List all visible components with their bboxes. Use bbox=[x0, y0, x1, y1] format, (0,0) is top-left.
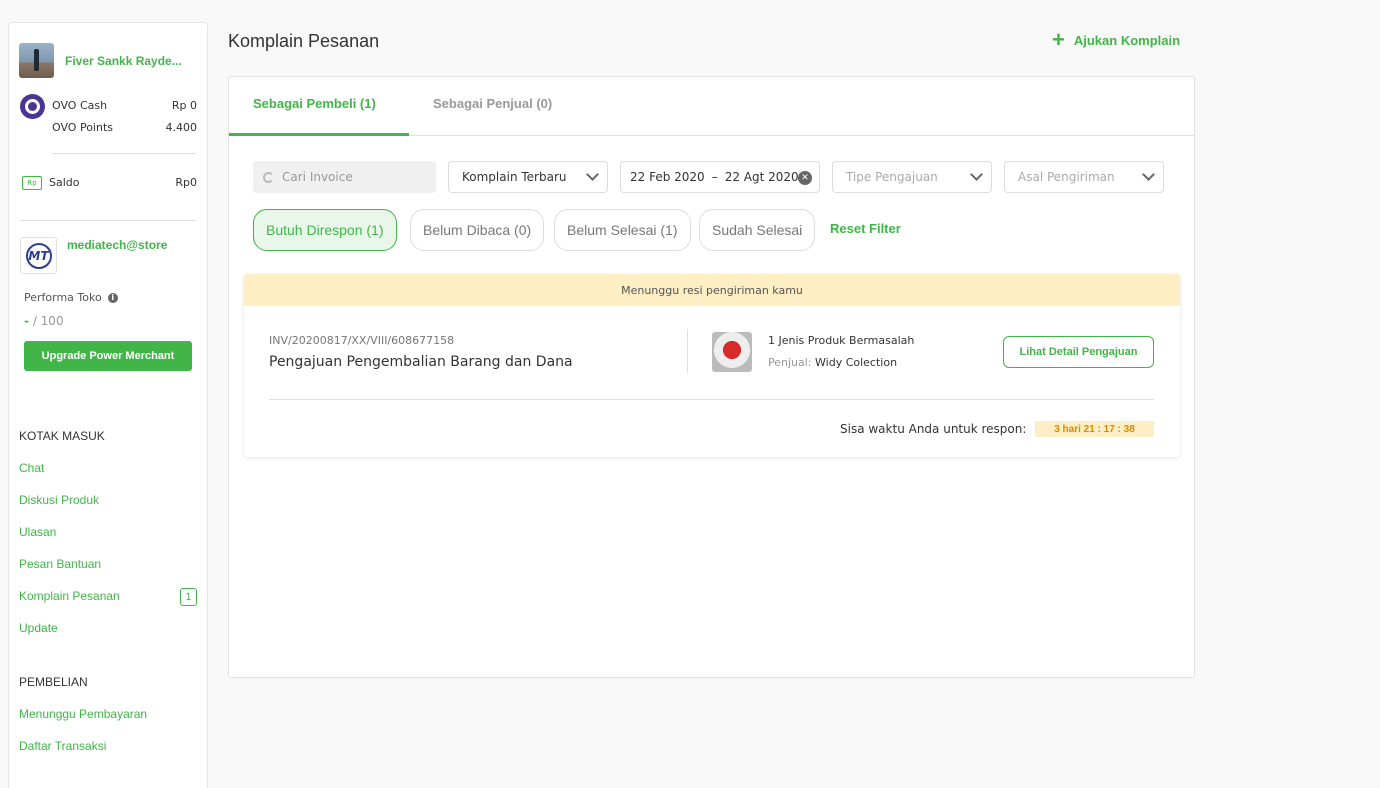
ovo-points-value: 4.400 bbox=[165, 121, 198, 134]
chip-sudah-selesai[interactable]: Sudah Selesai bbox=[699, 209, 816, 251]
complaint-item[interactable]: Menunggu resi pengiriman kamu INV/202008… bbox=[244, 274, 1180, 457]
product-count: 1 Jenis Produk Bermasalah bbox=[768, 334, 915, 347]
sort-select[interactable]: Komplain Terbaru bbox=[448, 161, 608, 193]
complaint-card: Sebagai Pembeli (1) Sebagai Penjual (0) … bbox=[228, 76, 1195, 678]
nav-item-diskusi-produk[interactable]: Diskusi Produk bbox=[19, 493, 99, 507]
tab-sebagai-penjual[interactable]: Sebagai Penjual (0) bbox=[433, 96, 552, 111]
info-icon[interactable]: i bbox=[107, 292, 118, 303]
performa-score-value: - bbox=[24, 314, 29, 328]
nav-item-pesan-bantuan[interactable]: Pesan Bantuan bbox=[19, 557, 101, 571]
saldo-row[interactable]: Saldo Rp0 bbox=[49, 176, 197, 189]
clear-icon[interactable]: ✕ bbox=[798, 171, 812, 185]
ovo-cash-label: OVO Cash bbox=[52, 99, 108, 112]
shop-logo-text: MT bbox=[25, 242, 52, 269]
search-input[interactable] bbox=[282, 170, 422, 184]
nav-item-ulasan[interactable]: Ulasan bbox=[19, 525, 56, 539]
upgrade-power-merchant-button[interactable]: Upgrade Power Merchant bbox=[24, 341, 192, 371]
user-profile[interactable]: Fiver Sankk Rayde... bbox=[19, 43, 182, 78]
date-end: 22 Agt 2020 bbox=[724, 170, 799, 184]
ovo-cash-row[interactable]: OVO Cash Rp 0 bbox=[52, 99, 197, 112]
product-thumbnail bbox=[712, 332, 752, 372]
nav-item-menunggu-pembayaran[interactable]: Menunggu Pembayaran bbox=[19, 707, 147, 721]
nav-item-komplain-pesanan[interactable]: Komplain Pesanan bbox=[19, 589, 120, 603]
date-start: 22 Feb 2020 bbox=[630, 170, 705, 184]
saldo-icon: Rp bbox=[22, 176, 42, 190]
chevron-down-icon bbox=[1142, 168, 1155, 181]
saldo-value: Rp0 bbox=[175, 176, 197, 189]
sort-select-value: Komplain Terbaru bbox=[462, 170, 567, 184]
response-time-label: Sisa waktu Anda untuk respon: bbox=[840, 422, 1027, 436]
ovo-cash-value: Rp 0 bbox=[171, 99, 197, 112]
invoice-number: INV/20200817/XX/VIII/608677158 bbox=[269, 334, 455, 347]
status-banner: Menunggu resi pengiriman kamu bbox=[244, 274, 1180, 306]
date-range-picker[interactable]: 22 Feb 2020 – 22 Agt 2020 ✕ bbox=[620, 161, 820, 193]
seller-label: Penjual: bbox=[768, 356, 812, 369]
seller-info: Penjual: Widy Colection bbox=[768, 356, 897, 369]
active-tab-indicator bbox=[229, 133, 409, 136]
inbox-section-title: KOTAK MASUK bbox=[19, 429, 105, 443]
search-icon bbox=[263, 171, 274, 183]
search-box[interactable] bbox=[253, 161, 436, 193]
origin-select[interactable]: Asal Pengiriman bbox=[1004, 161, 1164, 193]
performa-label: Performa Toko bbox=[24, 291, 102, 304]
purchase-section-title: PEMBELIAN bbox=[19, 675, 88, 689]
saldo-label: Saldo bbox=[49, 176, 80, 189]
divider bbox=[19, 220, 197, 221]
complaint-title: Pengajuan Pengembalian Barang dan Dana bbox=[269, 354, 573, 370]
tab-sebagai-pembeli[interactable]: Sebagai Pembeli (1) bbox=[253, 96, 376, 111]
chip-belum-dibaca[interactable]: Belum Dibaca (0) bbox=[410, 209, 545, 251]
divider bbox=[52, 153, 197, 154]
plus-icon: + bbox=[1052, 27, 1065, 52]
chip-belum-selesai[interactable]: Belum Selesai (1) bbox=[554, 209, 691, 251]
nav-item-daftar-transaksi[interactable]: Daftar Transaksi bbox=[19, 739, 106, 753]
sidebar: Fiver Sankk Rayde... OVO Cash Rp 0 OVO P… bbox=[8, 22, 208, 788]
ovo-icon bbox=[20, 94, 45, 119]
reset-filter-link[interactable]: Reset Filter bbox=[830, 221, 901, 236]
profile-name[interactable]: Fiver Sankk Rayde... bbox=[65, 54, 182, 68]
performa-score: - / 100 bbox=[24, 314, 64, 328]
nav-item-chat[interactable]: Chat bbox=[19, 461, 44, 475]
nav-item-update[interactable]: Update bbox=[19, 621, 58, 635]
performa-score-max: / 100 bbox=[32, 314, 64, 328]
seller-name: Widy Colection bbox=[815, 356, 898, 369]
type-select[interactable]: Tipe Pengajuan bbox=[832, 161, 992, 193]
tab-bar: Sebagai Pembeli (1) Sebagai Penjual (0) bbox=[229, 77, 1194, 136]
ovo-points-label: OVO Points bbox=[52, 121, 113, 134]
divider bbox=[269, 399, 1154, 400]
performa-toko: Performa Toko i bbox=[24, 291, 118, 304]
chevron-down-icon bbox=[586, 168, 599, 181]
chevron-down-icon bbox=[970, 168, 983, 181]
response-timer: 3 hari 21 : 17 : 38 bbox=[1035, 421, 1154, 437]
origin-select-placeholder: Asal Pengiriman bbox=[1018, 170, 1115, 184]
shop-name[interactable]: mediatech@store bbox=[67, 238, 167, 252]
komplain-count-badge: 1 bbox=[180, 588, 197, 606]
view-detail-button[interactable]: Lihat Detail Pengajuan bbox=[1003, 336, 1154, 368]
date-separator: – bbox=[711, 170, 718, 184]
avatar[interactable] bbox=[19, 43, 54, 78]
divider bbox=[687, 329, 688, 373]
shop-logo[interactable]: MT bbox=[20, 237, 57, 274]
type-select-placeholder: Tipe Pengajuan bbox=[846, 170, 938, 184]
page-title: Komplain Pesanan bbox=[228, 31, 380, 51]
chip-butuh-direspon[interactable]: Butuh Direspon (1) bbox=[253, 209, 397, 251]
ovo-points-row[interactable]: OVO Points 4.400 bbox=[52, 121, 197, 134]
add-complaint-label: Ajukan Komplain bbox=[1073, 32, 1181, 48]
add-complaint-button[interactable]: + Ajukan Komplain bbox=[1052, 27, 1181, 52]
